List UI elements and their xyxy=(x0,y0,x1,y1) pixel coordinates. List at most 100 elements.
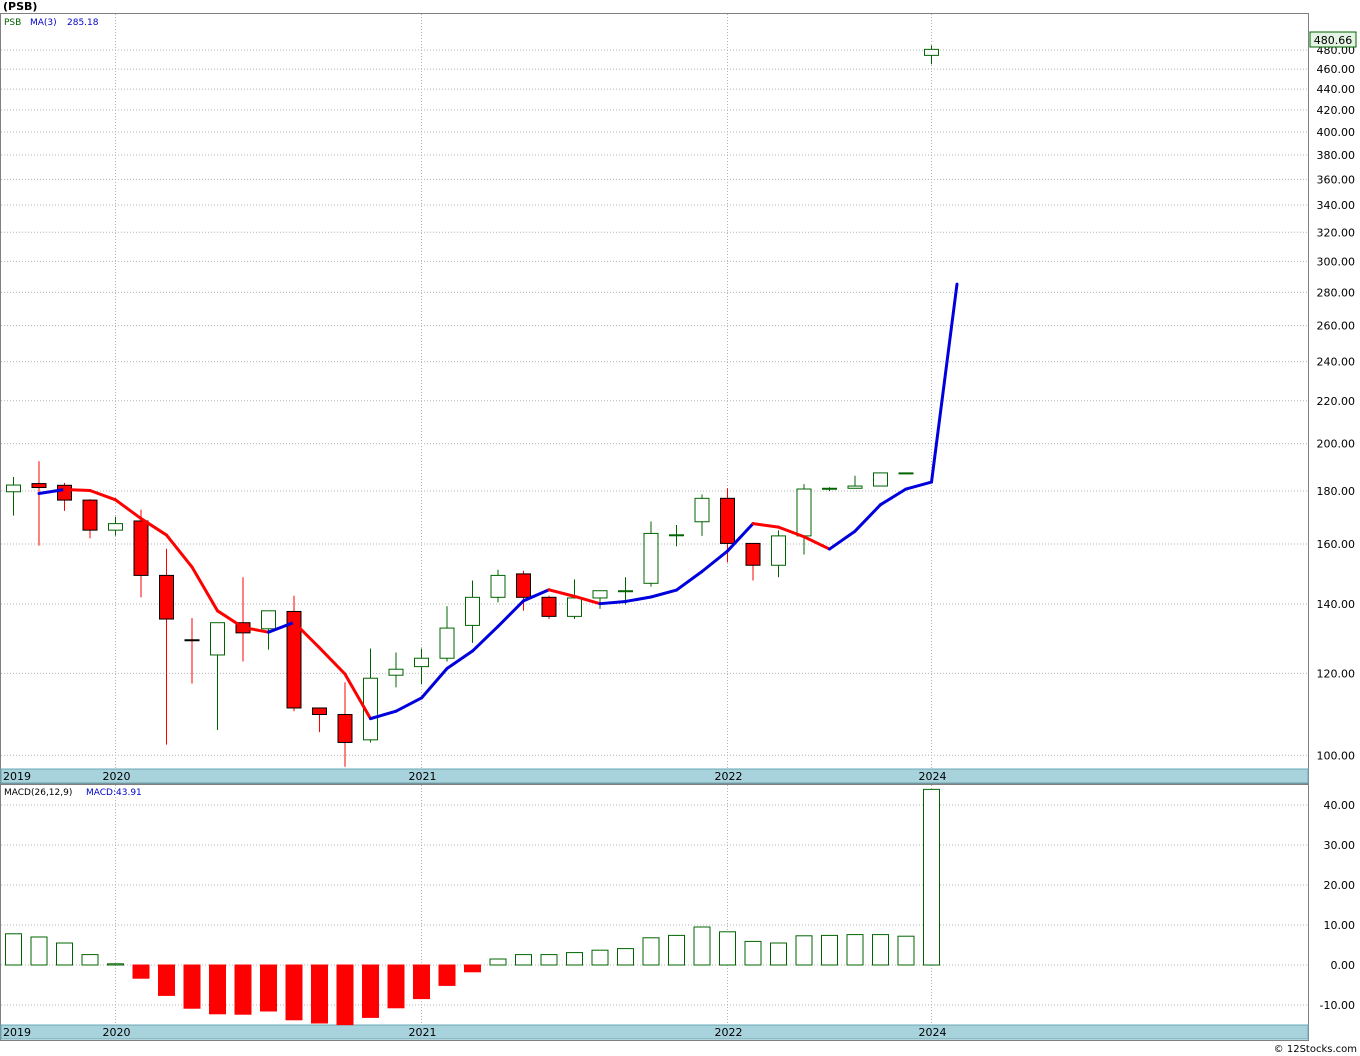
price-y-tick: 240.00 xyxy=(1317,356,1356,369)
macd-bar xyxy=(285,964,303,1021)
macd-y-tick: 0.00 xyxy=(1331,959,1356,972)
candle-body xyxy=(847,485,863,489)
macd-bar xyxy=(158,964,175,996)
macd-bar xyxy=(107,963,124,966)
candle-body xyxy=(873,472,888,487)
price-y-tick: 280.00 xyxy=(1317,286,1356,299)
candle-body xyxy=(771,535,786,566)
macd-bar xyxy=(923,788,940,966)
price-y-tick: 140.00 xyxy=(1317,598,1356,611)
candle-body xyxy=(6,484,21,493)
macd-bar xyxy=(30,936,48,966)
last-price-tag: 480.66 xyxy=(1314,34,1353,47)
price-y-tick: 320.00 xyxy=(1317,226,1356,239)
macd-bar xyxy=(642,937,660,966)
macd-x-tick: 2024 xyxy=(919,1026,947,1039)
macd-bar xyxy=(132,964,150,979)
legend-symbol: PSB xyxy=(4,18,21,28)
macd-legend-label: MACD(26,12,9) xyxy=(4,788,72,798)
macd-bar xyxy=(5,933,22,966)
price-x-tick: 2019 xyxy=(3,770,31,783)
price-x-tick: 2020 xyxy=(103,770,131,783)
price-y-tick: 380.00 xyxy=(1317,149,1356,162)
macd-bar xyxy=(438,964,456,986)
macd-bar xyxy=(362,964,379,1018)
chart-canvas: 2019 2020 2021 2022 2024 2019 2020 2021 2022 202… xyxy=(0,0,1360,1056)
macd-x-tick: 2020 xyxy=(103,1026,131,1039)
price-y-tick: 300.00 xyxy=(1317,255,1356,268)
candle-body xyxy=(133,520,149,576)
price-y-tick: 400.00 xyxy=(1317,126,1356,139)
price-x-tick: 2022 xyxy=(715,770,743,783)
candle-body xyxy=(822,487,837,490)
candle-body xyxy=(337,713,353,743)
candle-body xyxy=(312,707,327,715)
candle-body xyxy=(414,657,429,668)
candle-body xyxy=(184,639,200,642)
macd-x-tick: 2022 xyxy=(715,1026,743,1039)
price-y-tick: 220.00 xyxy=(1317,395,1356,408)
macd-bar xyxy=(489,958,507,966)
macd-bar xyxy=(234,964,252,1015)
macd-bar xyxy=(209,964,226,1015)
macd-bar xyxy=(81,954,99,966)
candle-body xyxy=(694,497,710,523)
macd-bar xyxy=(566,952,583,966)
price-x-tick: 2021 xyxy=(409,770,437,783)
candle-body xyxy=(261,610,276,630)
macd-bar xyxy=(336,964,354,1026)
macd-bar xyxy=(260,964,277,1012)
candle-body xyxy=(388,668,404,676)
candle-body xyxy=(31,483,47,489)
candle-body xyxy=(516,573,531,598)
candle-body xyxy=(82,499,98,531)
candle-body xyxy=(108,523,123,531)
price-y-tick: 180.00 xyxy=(1317,485,1356,498)
macd-bar xyxy=(897,935,915,966)
candle-body xyxy=(924,48,939,56)
candle-body xyxy=(57,484,72,501)
candle-body xyxy=(490,574,506,598)
price-y-tick: 260.00 xyxy=(1317,320,1356,333)
macd-bar xyxy=(872,934,889,966)
price-y-tick: 360.00 xyxy=(1317,173,1356,186)
price-y-tick: 460.00 xyxy=(1317,63,1356,76)
macd-x-tick: 2019 xyxy=(3,1026,31,1039)
macd-bar xyxy=(770,942,787,966)
chart-background xyxy=(0,0,1360,1056)
macd-legend-value: MACD:43.91 xyxy=(86,788,142,798)
price-y-tick: 420.00 xyxy=(1317,104,1356,117)
macd-bar xyxy=(515,954,532,966)
price-y-tick: 440.00 xyxy=(1317,83,1356,96)
macd-bar xyxy=(387,964,405,1009)
candle-body xyxy=(465,596,480,626)
macd-x-tick: 2021 xyxy=(409,1026,437,1039)
candle-body xyxy=(643,532,659,584)
macd-bar xyxy=(56,942,73,966)
candle-body xyxy=(796,488,812,537)
macd-bar xyxy=(744,940,762,966)
price-date-axis xyxy=(0,768,1309,784)
macd-y-tick: 20.00 xyxy=(1324,879,1356,892)
macd-y-tick: -10.00 xyxy=(1320,999,1355,1012)
footer-credit: © 12Stocks.com xyxy=(1274,1044,1357,1055)
macd-bar xyxy=(846,934,864,966)
symbol-title: (PSB) xyxy=(3,0,37,13)
legend-ma-value: 285.18 xyxy=(67,18,99,28)
macd-bar xyxy=(311,964,328,1024)
candle-body xyxy=(592,590,608,599)
macd-y-tick: 30.00 xyxy=(1324,839,1356,852)
price-y-tick: 340.00 xyxy=(1317,199,1356,212)
candle-body xyxy=(210,622,225,656)
macd-date-axis xyxy=(0,1024,1309,1040)
macd-bar xyxy=(413,964,430,1000)
candle-body xyxy=(439,627,455,659)
macd-bar xyxy=(668,934,685,966)
candle-body xyxy=(159,574,174,620)
ma3-segment xyxy=(63,488,92,493)
candle-body xyxy=(567,597,582,617)
candle-body xyxy=(541,596,557,617)
macd-bar xyxy=(821,934,838,966)
macd-bar xyxy=(719,931,736,966)
price-y-tick: 100.00 xyxy=(1317,749,1356,762)
